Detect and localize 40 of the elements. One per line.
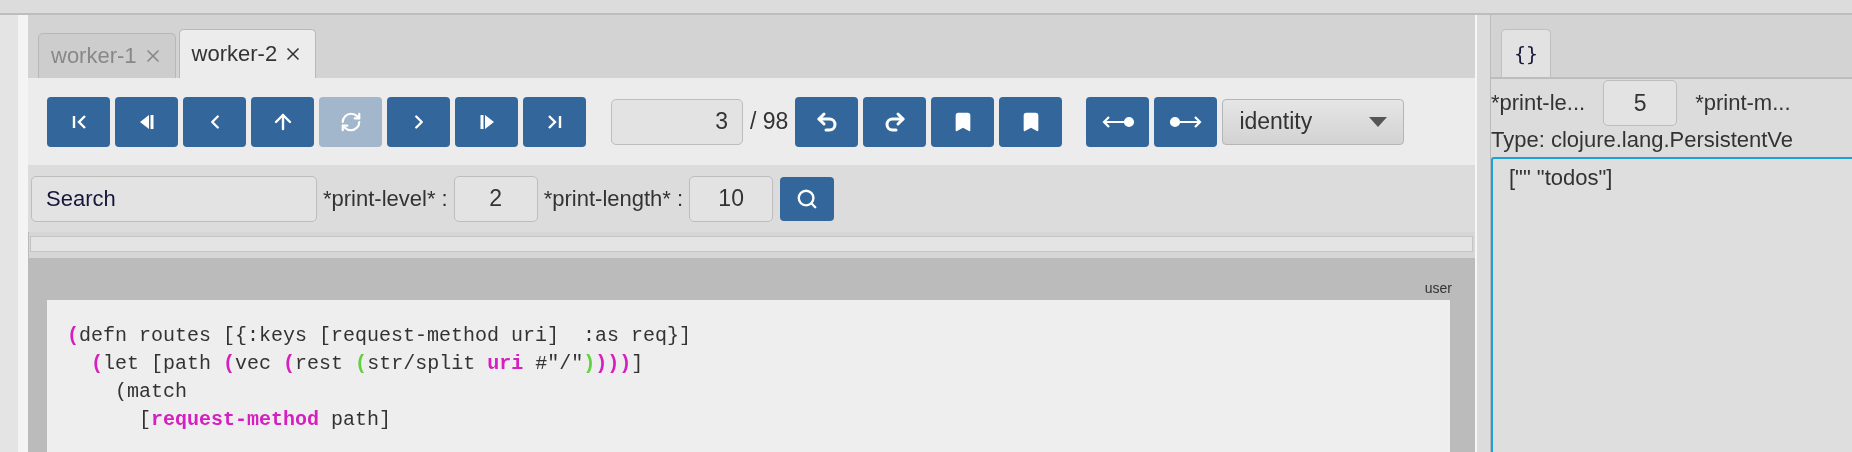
field-label: *print-le...: [1491, 90, 1586, 116]
print-length-field[interactable]: 10: [689, 175, 774, 222]
undo-button[interactable]: [795, 96, 859, 147]
code-line: (defn routes [{:keys [request-method uri] :as req}]: [67, 323, 693, 349]
code-line: (match: [114, 379, 189, 405]
namespace-label: user: [1424, 280, 1452, 296]
search-field[interactable]: Search: [31, 175, 317, 222]
field-label: *print-length* :: [543, 185, 684, 212]
field-label: *print-level* :: [323, 185, 448, 212]
field-label: *print-m...: [1695, 90, 1791, 116]
arrow-right-icon: [1168, 114, 1203, 129]
tab[interactable]: worker-2: [178, 29, 317, 78]
print-level-field[interactable]: 5: [1603, 80, 1678, 126]
forward-button[interactable]: [387, 96, 450, 147]
up-button[interactable]: [251, 96, 314, 147]
last-button[interactable]: [523, 96, 586, 147]
print-level-field[interactable]: 2: [453, 175, 538, 222]
first-button[interactable]: [47, 96, 110, 147]
range-start-button[interactable]: [1086, 96, 1150, 147]
step-back-button[interactable]: [115, 96, 178, 147]
redo-button[interactable]: [863, 96, 927, 147]
search-button[interactable]: [780, 176, 835, 221]
refresh-icon: [339, 110, 362, 133]
bookmark-button[interactable]: [931, 96, 995, 147]
range-end-button[interactable]: [1154, 96, 1218, 147]
value-area[interactable]: ["" "todos"]: [1491, 157, 1852, 452]
total-count: / 98: [750, 108, 789, 135]
code-line: (let [path (vec (rest (str/split uri #"/"))))]: [90, 351, 645, 377]
step-forward-button[interactable]: [455, 96, 518, 147]
tab[interactable]: {}: [1501, 29, 1551, 77]
arrow-left-icon: [1100, 114, 1135, 129]
bookmarks-button[interactable]: [999, 96, 1063, 147]
caret-icon: [1369, 116, 1388, 127]
position-field[interactable]: 3: [611, 98, 743, 145]
splitter-handle[interactable]: [1475, 15, 1491, 452]
type-label: Type: clojure.lang.PersistentVe: [1491, 127, 1795, 153]
transform-dropdown[interactable]: identity: [1222, 98, 1405, 145]
code-line: [request-method path]: [138, 407, 393, 433]
back-button[interactable]: [183, 96, 246, 147]
search-icon: [796, 187, 819, 210]
